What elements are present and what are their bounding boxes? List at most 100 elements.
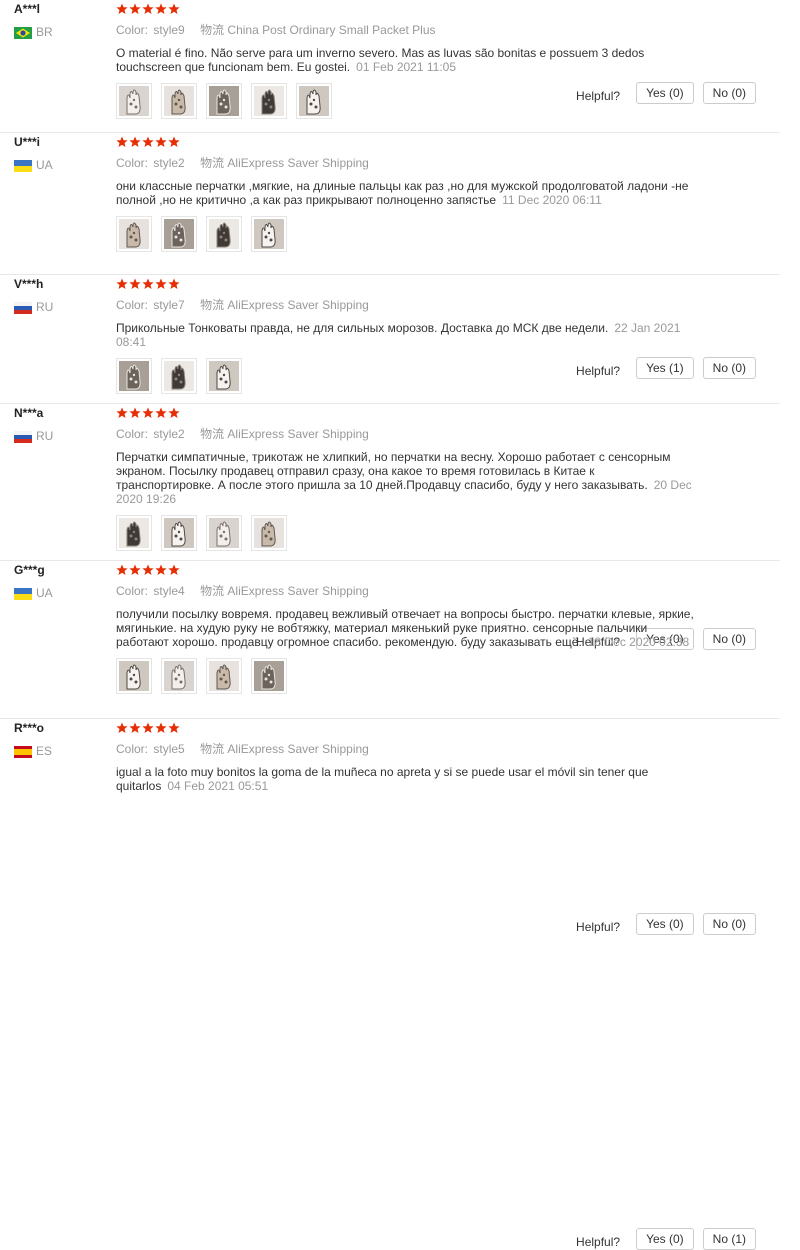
order-info: Color: style9 物流 China Post Ordinary Sma… xyxy=(116,21,760,38)
review-photo-thumbnail[interactable] xyxy=(116,216,152,252)
reviewer-country: ES xyxy=(14,744,52,758)
star-icon xyxy=(155,277,167,289)
review-photo-thumbnail[interactable] xyxy=(206,83,242,119)
review-photo-thumbnail[interactable] xyxy=(206,216,242,252)
review-item: G***g UA Color: style4 物流 AliExpress Sav… xyxy=(0,561,780,1250)
review-photo-thumbnail[interactable] xyxy=(206,515,242,551)
star-icon xyxy=(129,2,141,14)
star-icon xyxy=(142,721,154,733)
review-photo-thumbnail[interactable] xyxy=(161,83,197,119)
star-rating xyxy=(116,721,760,735)
review-content: они классные перчатки ,мягкие, на длиные… xyxy=(116,179,689,207)
review-photo-thumbnail[interactable] xyxy=(116,358,152,394)
star-rating xyxy=(116,277,760,291)
color-value: style9 xyxy=(153,23,185,37)
review-text: O material é fino. Não serve para um inv… xyxy=(116,46,696,74)
review-item: V***h RU Color: style7 物流 AliExpress Sav… xyxy=(0,275,780,650)
reviewer-name: V***h xyxy=(14,277,44,291)
review-photo-thumbnail[interactable] xyxy=(251,515,287,551)
helpful-feedback: Helpful? Yes (0) No (0) xyxy=(576,913,756,935)
helpful-label: Helpful? xyxy=(576,89,621,103)
review-photo-thumbnail[interactable] xyxy=(161,515,197,551)
order-info: Color: style5 物流 AliExpress Saver Shippi… xyxy=(116,740,760,757)
color-value: style5 xyxy=(153,742,185,756)
star-icon xyxy=(155,135,167,147)
reviewer-name: N***a xyxy=(14,406,44,420)
shipping-label: 物流 xyxy=(200,427,225,441)
review-photo-thumbnail[interactable] xyxy=(251,658,287,694)
review-item: U***i UA Color: style2 物流 AliExpress Sav… xyxy=(0,133,780,379)
color-value: style2 xyxy=(153,427,185,441)
order-info: Color: style2 物流 AliExpress Saver Shippi… xyxy=(116,154,760,171)
shipping-label: 物流 xyxy=(200,23,225,37)
review-text: Прикольные Тонковаты правда, не для силь… xyxy=(116,321,696,349)
helpful-yes-button[interactable]: Yes (0) xyxy=(636,913,694,935)
reviewer-info: V***h RU xyxy=(14,277,53,314)
review-photo-thumbnail[interactable] xyxy=(116,658,152,694)
star-icon xyxy=(116,135,128,147)
helpful-no-button[interactable]: No (1) xyxy=(702,1228,756,1250)
star-icon xyxy=(168,721,180,733)
helpful-no-button[interactable]: No (0) xyxy=(702,913,756,935)
star-icon xyxy=(116,406,128,418)
review-item: A***l BR Color: style9 物流 China Post Ord… xyxy=(0,0,780,133)
review-item: R***o ES Color: style5 物流 AliExpress Sav… xyxy=(0,719,780,793)
star-icon xyxy=(129,563,141,575)
shipping-label: 物流 xyxy=(200,742,225,756)
star-icon xyxy=(129,135,141,147)
review-content: Перчатки симпатичные, трикотаж не хлипки… xyxy=(116,450,671,492)
star-icon xyxy=(129,277,141,289)
review-photo-thumbnail[interactable] xyxy=(161,658,197,694)
color-value: style4 xyxy=(153,584,185,598)
star-rating xyxy=(116,135,760,149)
star-rating xyxy=(116,406,760,420)
reviewer-country: UA xyxy=(14,158,53,172)
reviewer-name: A***l xyxy=(14,2,41,16)
star-icon xyxy=(155,2,167,14)
country-flag-icon xyxy=(14,430,32,443)
helpful-feedback: Helpful? Yes (0) No (0) xyxy=(576,82,756,104)
review-date: 01 Feb 2021 11:05 xyxy=(356,60,457,74)
star-icon xyxy=(129,721,141,733)
reviewer-country: UA xyxy=(14,586,53,600)
star-icon xyxy=(168,277,180,289)
country-code: RU xyxy=(36,300,54,314)
review-body: Color: style2 物流 AliExpress Saver Shippi… xyxy=(116,133,760,252)
order-info: Color: style4 物流 AliExpress Saver Shippi… xyxy=(116,582,760,599)
star-icon xyxy=(116,2,128,14)
helpful-yes-button[interactable]: Yes (0) xyxy=(636,1228,694,1250)
helpful-yes-button[interactable]: Yes (0) xyxy=(636,82,694,104)
review-photo-thumbnail[interactable] xyxy=(116,83,152,119)
helpful-no-button[interactable]: No (0) xyxy=(702,82,756,104)
review-text: они классные перчатки ,мягкие, на длиные… xyxy=(116,179,696,207)
shipping-value: China Post Ordinary Small Packet Plus xyxy=(227,23,436,37)
shipping-value: AliExpress Saver Shipping xyxy=(227,427,369,441)
star-icon xyxy=(116,563,128,575)
review-photo-thumbnail[interactable] xyxy=(206,358,242,394)
reviewer-name: U***i xyxy=(14,135,41,149)
reviewer-info: A***l BR xyxy=(14,2,53,39)
review-date: 11 Dec 2020 06:11 xyxy=(502,193,602,207)
star-icon xyxy=(168,563,180,575)
star-icon xyxy=(155,563,167,575)
review-photo-thumbnail[interactable] xyxy=(296,83,332,119)
country-code: UA xyxy=(36,158,53,172)
review-photo-thumbnail[interactable] xyxy=(161,216,197,252)
color-value: style7 xyxy=(153,298,185,312)
review-item: N***a RU Color: style2 物流 AliExpress Sav… xyxy=(0,404,780,935)
color-label: Color: xyxy=(116,23,149,37)
star-icon xyxy=(168,135,180,147)
review-photo-thumbnail[interactable] xyxy=(161,358,197,394)
star-icon xyxy=(116,277,128,289)
star-icon xyxy=(116,721,128,733)
country-flag-icon xyxy=(14,301,32,314)
review-photo-thumbnail[interactable] xyxy=(251,216,287,252)
shipping-label: 物流 xyxy=(200,298,225,312)
review-photo-thumbnail[interactable] xyxy=(251,83,287,119)
review-photo-thumbnail[interactable] xyxy=(206,658,242,694)
review-text: igual a la foto muy bonitos la goma de l… xyxy=(116,765,696,793)
review-photo-thumbnail[interactable] xyxy=(116,515,152,551)
order-info: Color: style2 物流 AliExpress Saver Shippi… xyxy=(116,425,760,442)
reviewer-info: U***i UA xyxy=(14,135,53,172)
color-label: Color: xyxy=(116,156,149,170)
